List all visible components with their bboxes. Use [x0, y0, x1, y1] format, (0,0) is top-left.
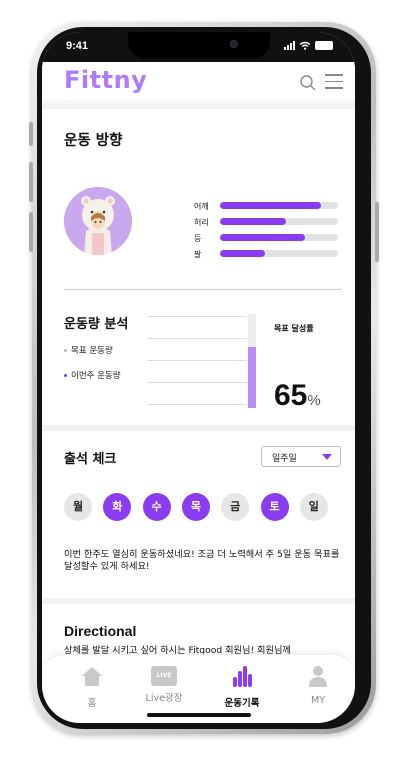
nav-item-live[interactable]: LIVE Live광장: [134, 665, 194, 704]
nav-item-records[interactable]: 운동기록: [212, 665, 272, 709]
nav-item-my[interactable]: MY: [288, 665, 348, 706]
goal-value: 65: [274, 379, 308, 412]
direction-bar-fill: [220, 234, 305, 241]
analysis-title: 운동량 분석: [64, 317, 129, 332]
period-select[interactable]: 일주일: [261, 446, 341, 467]
nav-label-home: 홈: [87, 698, 97, 709]
chart-gridline: [147, 338, 247, 339]
legend-target-dot: [64, 349, 67, 352]
status-icons: [284, 41, 333, 50]
home-icon: [82, 667, 102, 686]
section-gap: [42, 598, 355, 604]
goal-bar-fill: [248, 346, 256, 408]
day-2-badge: 화: [103, 493, 132, 521]
nav-label-live: Live광장: [145, 693, 183, 704]
day-3-badge: 수: [142, 493, 171, 521]
chart-gridline: [147, 382, 247, 383]
user-icon: [309, 666, 327, 687]
avatar-character-image: [64, 187, 132, 255]
direction-bar-track: [220, 234, 338, 241]
attendance-title: 출석 체크: [64, 452, 117, 467]
live-badge: LIVE: [156, 672, 172, 679]
direction-bar-track: [220, 218, 338, 225]
day-4-badge: 목: [181, 493, 210, 521]
divider: [64, 289, 341, 290]
attendance-message: 이번 한주도 열심히 운동하셨네요! 조금 더 노력해서 주 5일 운동 목표를…: [64, 549, 340, 572]
search-icon[interactable]: [299, 74, 317, 92]
chart-gridline: [147, 360, 247, 361]
nav-item-home[interactable]: 홈: [62, 665, 122, 709]
avatar: [64, 187, 132, 255]
direction-bar-track: [220, 202, 338, 209]
direction-bar-label: 팔: [194, 250, 202, 259]
nav-label-records: 운동기록: [224, 698, 260, 709]
bar-chart-icon: [233, 666, 252, 687]
day-7-badge: 일: [299, 493, 328, 521]
period-select-value: 일주일: [272, 454, 297, 464]
legend-this-week-label: 이번주 운동량: [71, 371, 121, 381]
live-icon: LIVE: [151, 666, 177, 686]
app-header: Fittny: [42, 62, 355, 102]
direction-bar-label: 허리: [194, 218, 209, 227]
direction-bar-fill: [220, 202, 322, 209]
nav-label-my: MY: [311, 695, 325, 706]
volume-up-button: [29, 162, 33, 202]
status-bar: 9:41: [42, 32, 355, 62]
home-indicator: [147, 713, 251, 717]
day-1-badge: 월: [64, 493, 92, 521]
goal-unit: %: [307, 392, 321, 409]
chart-gridline: [147, 404, 247, 405]
phone-frame: 9:41 Fittny 운동 방향 어깨 허리 등 팔 운동량 분석 목표 운동…: [29, 22, 379, 734]
direction-bar-fill: [220, 250, 265, 257]
bottom-nav: 홈 LIVE Live광장 운동기록 MY: [42, 654, 355, 723]
phone-screen: 9:41 Fittny 운동 방향 어깨 허리 등 팔 운동량 분석 목표 운동…: [42, 32, 355, 723]
day-6-badge: 토: [260, 493, 289, 521]
direction-bar-label: 어깨: [194, 202, 209, 211]
legend-target-label: 목표 운동량: [71, 346, 113, 356]
caret-down-icon: [322, 454, 332, 460]
direction-title: 운동 방향: [64, 133, 123, 149]
mute-switch: [29, 122, 33, 146]
direction-bar-track: [220, 250, 338, 257]
legend-target: 목표 운동량: [64, 344, 113, 356]
section-gap: [42, 425, 355, 431]
menu-icon[interactable]: [325, 74, 343, 92]
status-time: 9:41: [66, 40, 89, 52]
power-button: [375, 202, 379, 262]
main-content: 운동 방향 어깨 허리 등 팔 운동량 분석 목표 운동량 이번주 운동량 목표…: [42, 103, 355, 663]
chart-gridline: [147, 316, 247, 317]
battery-icon: [315, 41, 333, 50]
directional-title: Directional: [64, 623, 137, 639]
direction-bar-label: 등: [194, 234, 202, 243]
section-gap: [42, 103, 355, 109]
day-5-badge: 금: [221, 493, 250, 521]
app-logo[interactable]: Fittny: [64, 66, 147, 94]
notch: [128, 32, 270, 58]
camera: [230, 40, 238, 48]
legend-this-week-dot: [64, 374, 67, 377]
signal-icon: [284, 41, 295, 50]
volume-down-button: [29, 212, 33, 252]
goal-percentage: 65%: [274, 379, 321, 413]
direction-bar-fill: [220, 218, 287, 225]
goal-label: 목표 달성률: [274, 324, 314, 333]
legend-this-week: 이번주 운동량: [64, 369, 121, 381]
wifi-icon: [299, 41, 311, 50]
